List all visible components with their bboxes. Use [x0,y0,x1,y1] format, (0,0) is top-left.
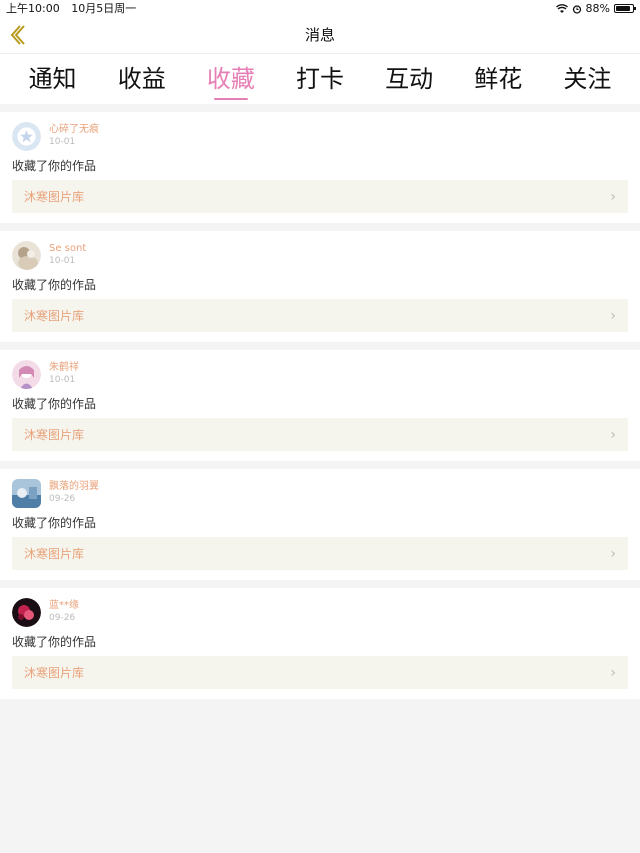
list-item: 朱鹤祥 10-01 收藏了你的作品 沐寒图片库 › [0,350,640,461]
user-row[interactable]: 朱鹤祥 10-01 [12,360,628,392]
list-item: Se sont 10-01 收藏了你的作品 沐寒图片库 › [0,231,640,342]
user-name[interactable]: 朱鹤祥 [49,362,79,374]
tab-notice[interactable]: 通知 [21,54,85,104]
tab-checkin[interactable]: 打卡 [288,54,352,104]
date: 10-01 [49,256,76,266]
tab-favorites[interactable]: 收藏 [199,54,263,104]
wifi-icon [555,3,568,13]
user-row[interactable]: 蓝**缘 09-26 [12,598,628,630]
avatar[interactable] [12,479,41,508]
tab-bar: 通知 收益 收藏 打卡 互动 鲜花 关注 [0,54,640,104]
list-item: 飘落的羽翼 09-26 收藏了你的作品 沐寒图片库 › [0,469,640,580]
nav-bar: 消息 [0,17,640,54]
user-name[interactable]: 飘落的羽翼 [49,481,99,493]
user-name[interactable]: 蓝**缘 [49,600,79,612]
battery-icon [614,4,636,13]
status-date: 10月5日周一 [71,2,137,15]
action-text: 收藏了你的作品 [12,159,97,173]
user-name[interactable]: 心碎了无痕 [49,124,99,136]
notification-list: 心碎了无痕 10-01 收藏了你的作品 沐寒图片库 › Se sont 10-0… [0,112,640,699]
tab-follow[interactable]: 关注 [555,54,619,104]
list-item: 心碎了无痕 10-01 收藏了你的作品 沐寒图片库 › [0,112,640,223]
chevron-right-icon: › [610,307,616,324]
status-time: 上午10:00 [6,2,60,15]
list-item: 蓝**缘 09-26 收藏了你的作品 沐寒图片库 › [0,588,640,699]
user-row[interactable]: 飘落的羽翼 09-26 [12,479,628,511]
gallery-link[interactable]: 沐寒图片库 › [12,299,628,332]
date: 10-01 [49,375,76,385]
date: 09-26 [49,494,76,504]
status-time-date: 上午10:00 10月5日周一 [6,0,136,17]
tab-interaction[interactable]: 互动 [377,54,441,104]
date: 09-26 [49,613,76,623]
tab-flowers[interactable]: 鲜花 [466,54,530,104]
gallery-name: 沐寒图片库 [24,190,85,204]
action-text: 收藏了你的作品 [12,516,97,530]
gallery-link[interactable]: 沐寒图片库 › [12,180,628,213]
gallery-name: 沐寒图片库 [24,428,85,442]
gallery-name: 沐寒图片库 [24,309,85,323]
gallery-link[interactable]: 沐寒图片库 › [12,537,628,570]
gallery-name: 沐寒图片库 [24,666,85,680]
avatar[interactable] [12,598,41,627]
avatar[interactable] [12,122,41,151]
avatar[interactable] [12,360,41,389]
battery-percent: 88% [585,2,610,15]
page-title: 消息 [304,26,335,44]
status-bar: 上午10:00 10月5日周一 88% [0,0,640,17]
user-name[interactable]: Se sont [49,243,86,255]
gallery-link[interactable]: 沐寒图片库 › [12,418,628,451]
avatar[interactable] [12,241,41,270]
alarm-icon [572,4,581,14]
date: 10-01 [49,137,76,147]
chevron-right-icon: › [610,664,616,681]
user-row[interactable]: 心碎了无痕 10-01 [12,122,628,154]
chevron-right-icon: › [610,188,616,205]
action-text: 收藏了你的作品 [12,635,97,649]
gallery-link[interactable]: 沐寒图片库 › [12,656,628,689]
action-text: 收藏了你的作品 [12,278,97,292]
chevron-right-icon: › [610,426,616,443]
chevron-right-icon: › [610,545,616,562]
action-text: 收藏了你的作品 [12,397,97,411]
gallery-name: 沐寒图片库 [24,547,85,561]
user-row[interactable]: Se sont 10-01 [12,241,628,273]
tab-earnings[interactable]: 收益 [110,54,174,104]
status-right: 88% [555,0,636,17]
